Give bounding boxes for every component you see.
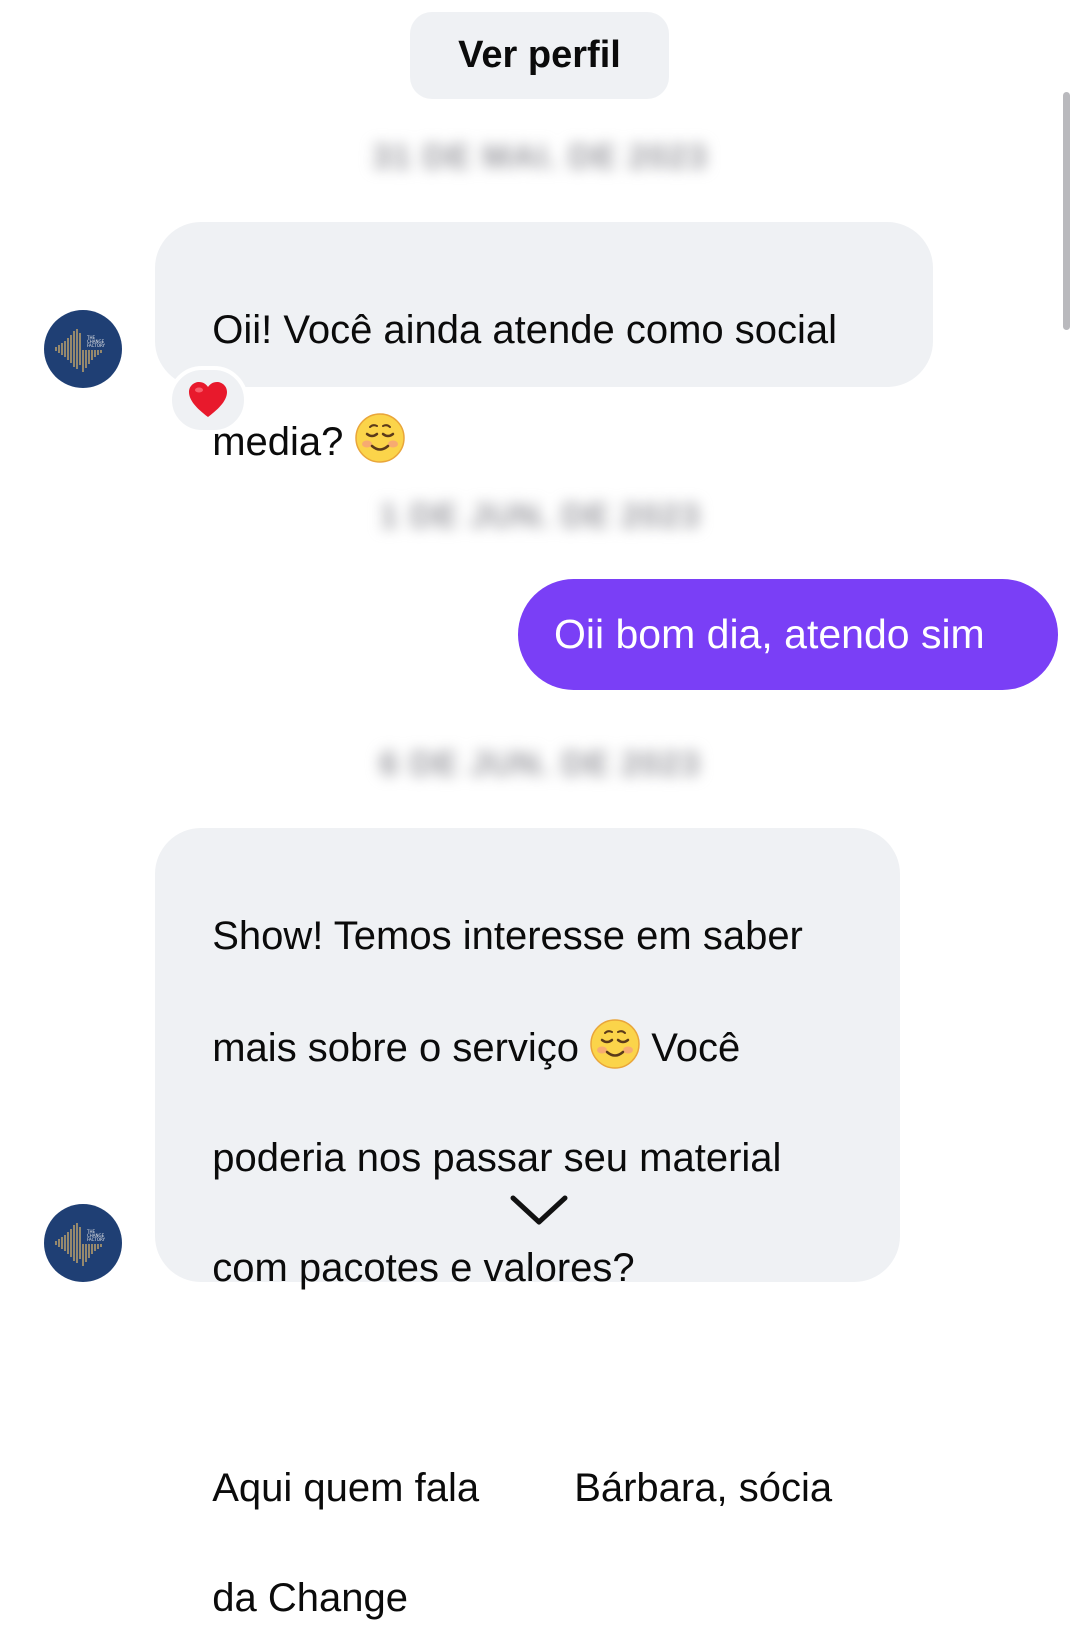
scroll-to-bottom-button[interactable]	[506, 1186, 572, 1234]
message-text-line: Oii! Você ainda atende como social	[212, 308, 838, 352]
date-separator: 6 DE JUN. DE 2023	[379, 745, 701, 783]
brand-logo-icon: THE CHANGE FACTORY	[55, 1223, 106, 1266]
svg-text:FACTORY: FACTORY	[87, 343, 106, 348]
date-separator: 31 DE MAI. DE 2023	[372, 138, 708, 176]
message-text-line: Aqui quem fala	[212, 1466, 491, 1510]
message-text-line: da Change	[212, 1576, 408, 1620]
message-text-line: poderia nos passar seu material	[212, 1136, 782, 1180]
brand-logo-icon: THE CHANGE FACTORY	[55, 329, 106, 372]
message-text-line: Show! Temos interesse em saber	[212, 914, 803, 958]
outgoing-message-bubble[interactable]: Oii bom dia, atendo sim	[518, 579, 1058, 690]
message-text-line: Bárbara, sócia	[574, 1466, 833, 1510]
avatar[interactable]: THE CHANGE FACTORY	[44, 1204, 122, 1282]
smiling-face-icon	[590, 1019, 640, 1069]
heart-icon	[189, 382, 227, 417]
message-text-line: com pacotes e valores?	[212, 1246, 635, 1290]
message-text-line: Você	[640, 1026, 741, 1070]
message-text: Oii bom dia, atendo sim	[554, 611, 985, 657]
date-separator: 1 DE JUN. DE 2023	[379, 497, 701, 535]
view-profile-button[interactable]: Ver perfil	[410, 12, 669, 99]
avatar[interactable]: THE CHANGE FACTORY	[44, 310, 122, 388]
message-reaction[interactable]	[168, 366, 248, 434]
scrollbar[interactable]	[1063, 92, 1070, 330]
message-text-line: mais sobre o serviço	[212, 1026, 591, 1070]
incoming-message-bubble[interactable]: Oii! Você ainda atende como social media…	[155, 222, 933, 464]
chevron-down-icon	[510, 1195, 568, 1225]
smiling-face-icon	[354, 413, 405, 463]
svg-text:FACTORY: FACTORY	[87, 1237, 106, 1242]
